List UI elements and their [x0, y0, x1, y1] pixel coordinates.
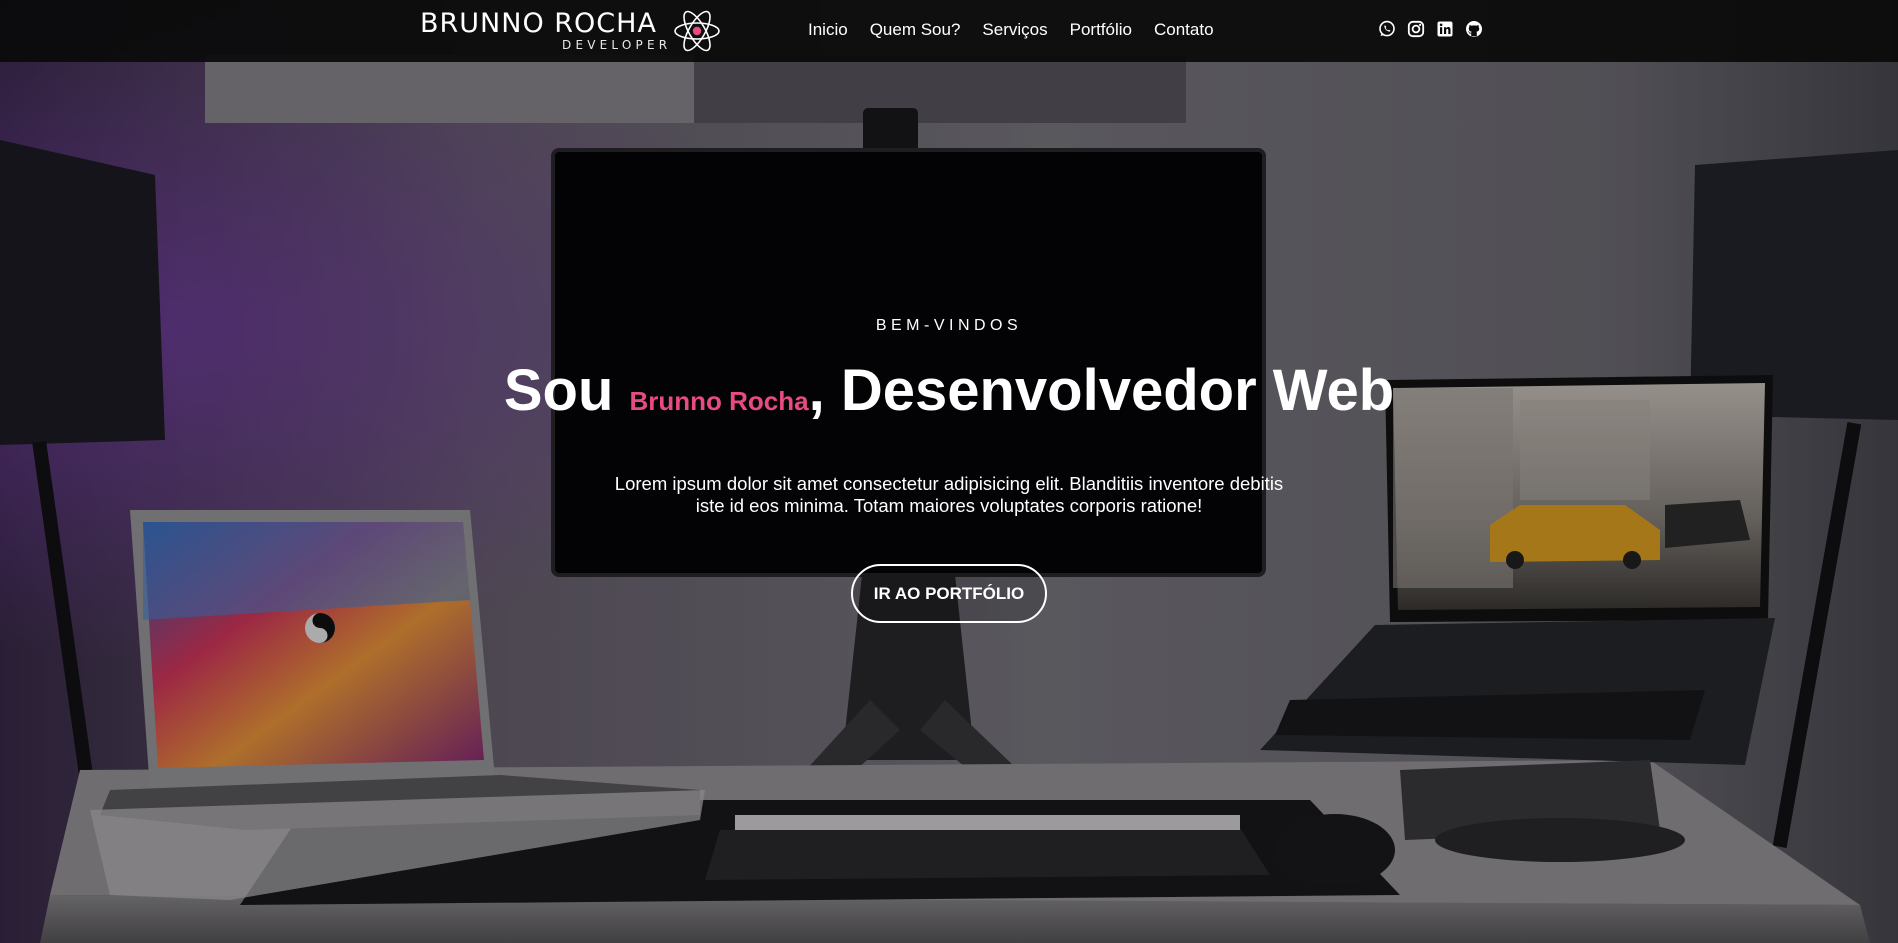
portfolio-button[interactable]: IR AO PORTFÓLIO	[851, 564, 1047, 623]
hero-title-name: Brunno Rocha	[629, 386, 809, 416]
hero-section: BRUNNO ROCHA DEVELOPER Inicio Quem Sou? …	[0, 0, 1898, 943]
nav-item-contato: Contato	[1154, 19, 1214, 41]
nav-link-inicio[interactable]: Inicio	[808, 20, 848, 39]
social-links	[1378, 20, 1483, 38]
nav-link-servicos[interactable]: Serviços	[982, 20, 1047, 39]
nav-item-servicos: Serviços	[982, 19, 1047, 41]
brand-name: BRUNNO ROCHA	[420, 8, 657, 39]
nav-item-quem-sou: Quem Sou?	[870, 19, 961, 41]
brand-tagline: DEVELOPER	[562, 38, 672, 52]
hero-title-suffix: , Desenvolvedor Web	[808, 358, 1395, 423]
whatsapp-icon[interactable]	[1378, 20, 1396, 38]
main-nav: Inicio Quem Sou? Serviços Portfólio Cont…	[808, 19, 1214, 41]
hero-kicker: BEM-VINDOS	[875, 317, 1023, 334]
github-icon[interactable]	[1465, 20, 1483, 38]
navbar: BRUNNO ROCHA DEVELOPER Inicio Quem Sou? …	[0, 0, 1898, 62]
atom-icon	[674, 10, 720, 52]
nav-item-inicio: Inicio	[808, 19, 848, 41]
hero-title-prefix: Sou	[503, 358, 630, 423]
hero-description: Lorem ipsum dolor sit amet consectetur a…	[614, 473, 1284, 516]
nav-item-portfolio: Portfólio	[1070, 19, 1132, 41]
hero-dark-overlay	[0, 0, 1898, 943]
nav-link-contato[interactable]: Contato	[1154, 20, 1214, 39]
brand-logo[interactable]: BRUNNO ROCHA DEVELOPER	[420, 6, 720, 56]
nav-link-quem-sou[interactable]: Quem Sou?	[870, 20, 961, 39]
instagram-icon[interactable]	[1407, 20, 1425, 38]
linkedin-icon[interactable]	[1436, 20, 1454, 38]
hero-title: Sou Brunno Rocha, Desenvolvedor Web	[0, 356, 1898, 436]
nav-link-portfolio[interactable]: Portfólio	[1070, 20, 1132, 39]
